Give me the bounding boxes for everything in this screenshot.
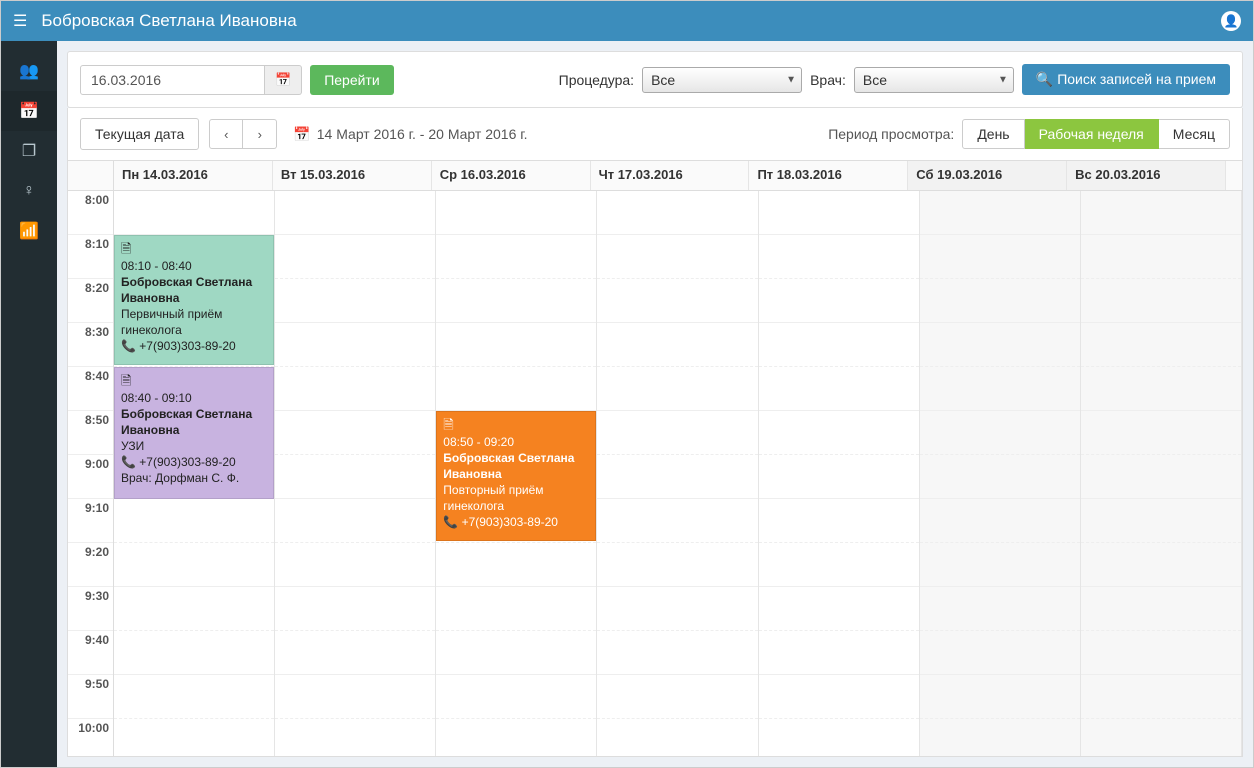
event-time: 08:50 - 09:20 xyxy=(443,434,589,450)
time-label: 8:40 xyxy=(68,367,113,411)
time-label: 8:50 xyxy=(68,411,113,455)
date-range-label: 14 Март 2016 г. - 20 Март 2016 г. xyxy=(317,126,528,142)
document-icon: 🗎 xyxy=(121,373,131,388)
time-label: 9:40 xyxy=(68,631,113,675)
event-description: УЗИ xyxy=(121,438,267,454)
topbar: ☰ Бобровская Светлана Ивановна 👤 xyxy=(1,1,1253,41)
time-label: 8:10 xyxy=(68,235,113,279)
time-label: 8:20 xyxy=(68,279,113,323)
calendar-icon: 📅 xyxy=(19,101,39,121)
procedure-select[interactable]: Все xyxy=(642,67,802,93)
event-patient-name: Бобровская Светлана Ивановна xyxy=(121,406,267,438)
calendar-icon: 📅 xyxy=(275,72,291,88)
next-button[interactable]: › xyxy=(243,119,277,149)
time-label: 9:20 xyxy=(68,543,113,587)
event-time: 08:10 - 08:40 xyxy=(121,258,267,274)
time-label: 8:30 xyxy=(68,323,113,367)
view-month-button[interactable]: Месяц xyxy=(1159,119,1230,149)
day-header: Ср 16.03.2016 xyxy=(432,161,591,190)
go-button[interactable]: Перейти xyxy=(310,65,393,95)
calendar: Пн 14.03.2016Вт 15.03.2016Ср 16.03.2016Ч… xyxy=(67,161,1243,757)
day-header: Вт 15.03.2016 xyxy=(273,161,432,190)
date-picker-button[interactable]: 📅 xyxy=(265,65,302,95)
toolbar-primary: 📅 Перейти Процедура: Все ▼ Врач: Все ▼ xyxy=(67,51,1243,108)
copy-icon: ❐ xyxy=(22,141,36,161)
search-button-label: Поиск записей на прием xyxy=(1057,71,1216,87)
sidebar: 👥 📅 ❐ ♀ 📶 xyxy=(1,41,57,767)
event-phone: 📞 +7(903)303-89-20 xyxy=(121,338,267,354)
day-header: Пт 18.03.2016 xyxy=(749,161,908,190)
calendar-event[interactable]: 🗎 08:10 - 08:40Бобровская Светлана Иванов… xyxy=(114,235,274,365)
sidebar-item-copy[interactable]: ❐ xyxy=(1,131,57,171)
chevron-left-icon: ‹ xyxy=(224,127,228,142)
time-label: 10:00 xyxy=(68,719,113,756)
female-icon: ♀ xyxy=(23,182,35,200)
sidebar-item-calendar[interactable]: 📅 xyxy=(1,91,57,131)
event-description: Повторный приём гинеколога xyxy=(443,482,589,514)
day-header: Пн 14.03.2016 xyxy=(114,161,273,190)
users-icon: 👥 xyxy=(19,61,39,81)
page-title: Бобровская Светлана Ивановна xyxy=(41,11,1221,31)
event-time: 08:40 - 09:10 xyxy=(121,390,267,406)
day-column[interactable] xyxy=(920,191,1081,756)
event-description: Первичный приём гинеколога xyxy=(121,306,267,338)
document-icon: 🗎 xyxy=(443,417,453,432)
time-label: 9:30 xyxy=(68,587,113,631)
calendar-event[interactable]: 🗎 08:50 - 09:20Бобровская Светлана Иванов… xyxy=(436,411,596,541)
calendar-event[interactable]: 🗎 08:40 - 09:10Бобровская Светлана Иванов… xyxy=(114,367,274,499)
doctor-select[interactable]: Все xyxy=(854,67,1014,93)
day-header: Вс 20.03.2016 xyxy=(1067,161,1226,190)
rss-icon: 📶 xyxy=(19,221,39,241)
view-workweek-button[interactable]: Рабочая неделя xyxy=(1025,119,1159,149)
event-phone: 📞 +7(903)303-89-20 xyxy=(443,514,589,530)
day-header: Чт 17.03.2016 xyxy=(591,161,750,190)
phone-icon: 📞 xyxy=(121,455,136,469)
event-patient-name: Бобровская Светлана Ивановна xyxy=(443,450,589,482)
view-period-label: Период просмотра: xyxy=(828,126,954,142)
time-label: 8:00 xyxy=(68,191,113,235)
day-header: Сб 19.03.2016 xyxy=(908,161,1067,190)
event-phone: 📞 +7(903)303-89-20 xyxy=(121,454,267,470)
view-day-button[interactable]: День xyxy=(962,119,1024,149)
user-avatar[interactable]: 👤 xyxy=(1221,11,1241,31)
day-column[interactable] xyxy=(759,191,920,756)
time-label: 9:50 xyxy=(68,675,113,719)
phone-icon: 📞 xyxy=(443,515,458,529)
prev-button[interactable]: ‹ xyxy=(209,119,243,149)
sidebar-item-women[interactable]: ♀ xyxy=(1,171,57,211)
time-label: 9:10 xyxy=(68,499,113,543)
doctor-label: Врач: xyxy=(810,72,846,88)
day-column[interactable] xyxy=(275,191,436,756)
procedure-label: Процедура: xyxy=(559,72,634,88)
event-extra: Врач: Дорфман С. Ф. xyxy=(121,470,267,486)
calendar-icon: 📅 xyxy=(293,126,310,143)
document-icon: 🗎 xyxy=(121,241,131,256)
day-column[interactable]: 🗎 08:50 - 09:20Бобровская Светлана Иванов… xyxy=(436,191,597,756)
search-appointments-button[interactable]: 🔍 Поиск записей на прием xyxy=(1022,64,1230,95)
sidebar-item-patients[interactable]: 👥 xyxy=(1,51,57,91)
day-column[interactable] xyxy=(1081,191,1242,756)
today-button[interactable]: Текущая дата xyxy=(80,118,199,150)
search-icon: 🔍 xyxy=(1036,71,1053,88)
date-input[interactable] xyxy=(80,65,265,95)
event-patient-name: Бобровская Светлана Ивановна xyxy=(121,274,267,306)
day-column[interactable] xyxy=(597,191,758,756)
sidebar-item-feed[interactable]: 📶 xyxy=(1,211,57,251)
chevron-right-icon: › xyxy=(258,127,262,142)
menu-toggle-button[interactable]: ☰ xyxy=(13,11,27,31)
day-column[interactable]: 🗎08:10 - 08:40Бобровская Светлана Иванов… xyxy=(114,191,275,756)
phone-icon: 📞 xyxy=(121,339,136,353)
toolbar-secondary: Текущая дата ‹ › 📅 14 Март 2016 г. - 20 … xyxy=(67,108,1243,161)
time-label: 9:00 xyxy=(68,455,113,499)
